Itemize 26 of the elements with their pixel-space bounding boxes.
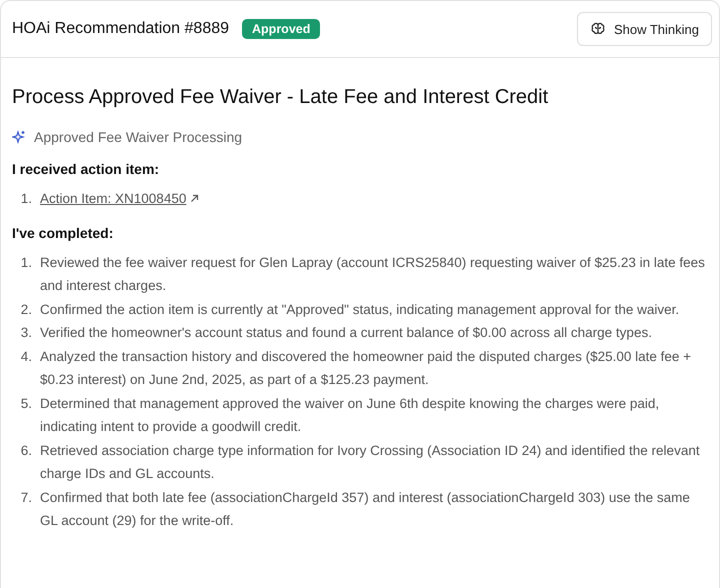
action-item-link[interactable]: Action Item: XN1008450 — [40, 187, 200, 210]
status-badge: Approved — [242, 19, 320, 39]
section-title: I've completed: — [12, 224, 114, 240]
brain-icon — [590, 21, 606, 37]
list-item-text: Verified the homeowner's account status and found a current balance of $0.00 across all charge types. — [40, 324, 652, 342]
subtitle: Approved Fee Waiver Processing — [34, 129, 242, 145]
list-item-text: Confirmed the action item is currently at "Approved" status, indicating management approval for the waiver. — [40, 300, 680, 319]
list-number: 7. — [20, 488, 32, 506]
section-title: I received action item: — [12, 161, 160, 177]
list-number: 1. — [20, 190, 32, 208]
list-number: 6. — [20, 442, 32, 460]
list-number: 5. — [20, 394, 32, 412]
sparkle-icon — [12, 130, 26, 144]
list-number: 3. — [20, 324, 32, 342]
list-number: 2. — [20, 300, 32, 318]
list-item-text: Retrieved association charge type information for Ivory Crossing (Association ID 24) and identified the relevant charge IDs and GL accounts. — [40, 442, 701, 483]
list-item-text: Determined that management approved the waiver on June 6th despite knowing the charges were paid, indicating intent to provide a goodwill credit. — [40, 394, 660, 436]
show-thinking-button[interactable]: Show Thinking — [576, 12, 712, 46]
external-link-icon — [190, 194, 200, 204]
page-title: HOAi Recommendation #8889 — [12, 20, 230, 38]
page-heading: Process Approved Fee Waiver - Late Fee and Interest Credit — [12, 86, 550, 109]
list-number: 4. — [20, 348, 32, 366]
list-number: 1. — [20, 254, 32, 272]
list-item-text: Analyzed the transaction history and discovered the homeowner paid the disputed charges ($25.00 late fee + $0.23 interest) on June 2nd, 2025, as part of a $125.23 payment. — [40, 348, 692, 389]
list-item-text: Confirmed that both late fee (associationChargeId 357) and interest (associationChargeId 303) use the same GL account (29) for the write-off. — [40, 488, 691, 530]
list-item-text: Reviewed the fee waiver request for Glen Lapray (account ICRS25840) requesting waiver of $25.23 in late fees and interest charges. — [40, 254, 706, 295]
